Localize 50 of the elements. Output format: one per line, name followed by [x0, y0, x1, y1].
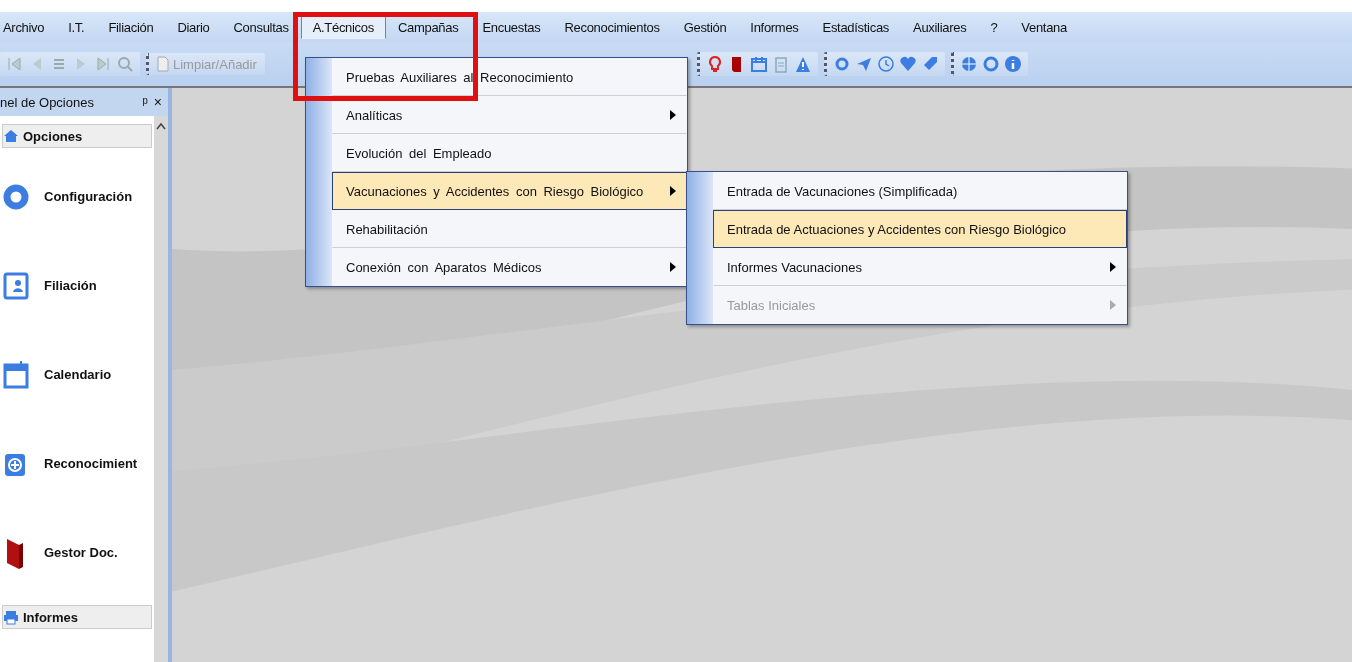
- menu-item[interactable]: Informes: [738, 15, 811, 39]
- submenu-arrow-icon: [1110, 262, 1116, 272]
- panel-item[interactable]: Calendario: [0, 330, 154, 419]
- submenu-arrow-icon: [670, 262, 676, 272]
- menu-item[interactable]: Estadísticas: [810, 15, 902, 39]
- menu-option[interactable]: Conexión con Aparatos Médicos: [332, 248, 687, 286]
- globe-icon[interactable]: [959, 55, 978, 73]
- panel-item[interactable]: Gestor Doc.: [0, 508, 154, 597]
- menu-item[interactable]: I.T.: [56, 15, 97, 39]
- section-header[interactable]: Informes: [2, 605, 152, 629]
- info-icon[interactable]: [1003, 55, 1022, 73]
- warning-icon[interactable]: [793, 55, 812, 73]
- printer-icon: [3, 609, 19, 625]
- last-icon[interactable]: [94, 55, 112, 73]
- pin-button[interactable]: ᵖ: [142, 94, 148, 110]
- submenu-arrow-icon: [1110, 300, 1116, 310]
- document-icon: [157, 56, 169, 72]
- close-button[interactable]: ×: [153, 94, 162, 110]
- submenu-arrow-icon: [670, 186, 676, 196]
- menu-item[interactable]: Ventana: [1009, 15, 1079, 39]
- heart-icon[interactable]: [898, 55, 917, 73]
- lifebuoy-icon[interactable]: [981, 55, 1000, 73]
- menu-item[interactable]: Encuestas: [470, 15, 553, 39]
- menu-item[interactable]: Campañas: [385, 15, 471, 39]
- panel-item[interactable]: Configuración: [0, 152, 154, 241]
- calendar-icon: [2, 358, 30, 391]
- scroll-up-icon[interactable]: [156, 122, 166, 130]
- first-icon[interactable]: [6, 55, 24, 73]
- menu-item[interactable]: Filiación: [96, 15, 166, 39]
- submenu-arrow-icon: [670, 110, 676, 120]
- menu-item[interactable]: Consultas: [221, 15, 301, 39]
- menu-item[interactable]: Diario: [165, 15, 222, 39]
- menu-item[interactable]: A.Técnicos: [300, 15, 386, 39]
- panel-item[interactable]: Filiación: [0, 241, 154, 330]
- panel-item[interactable]: Reconocimient: [0, 419, 154, 508]
- menu-option[interactable]: Vacunaciones y Accidentes con Riesgo Biológico: [332, 172, 687, 210]
- menu-option[interactable]: Entrada de Actuaciones y Accidentes con Riesgo Biológico: [713, 210, 1127, 248]
- calendar-icon[interactable]: [749, 55, 768, 73]
- menu-item[interactable]: Auxiliares: [901, 15, 979, 39]
- section-header[interactable]: Opciones: [2, 124, 152, 148]
- scrollbar[interactable]: [154, 116, 168, 662]
- panel-title: nel de Opciones: [0, 94, 95, 110]
- menu-item[interactable]: Gestión: [671, 15, 739, 39]
- clock-icon[interactable]: [876, 55, 895, 73]
- menu-option[interactable]: Informes Vacunaciones: [713, 248, 1127, 286]
- search-icon[interactable]: [116, 55, 134, 73]
- home-icon: [3, 128, 19, 144]
- menu-item[interactable]: ?: [978, 15, 1010, 39]
- menu-item[interactable]: Reconocimientos: [552, 15, 672, 39]
- menu-item[interactable]: Archivo: [0, 15, 57, 39]
